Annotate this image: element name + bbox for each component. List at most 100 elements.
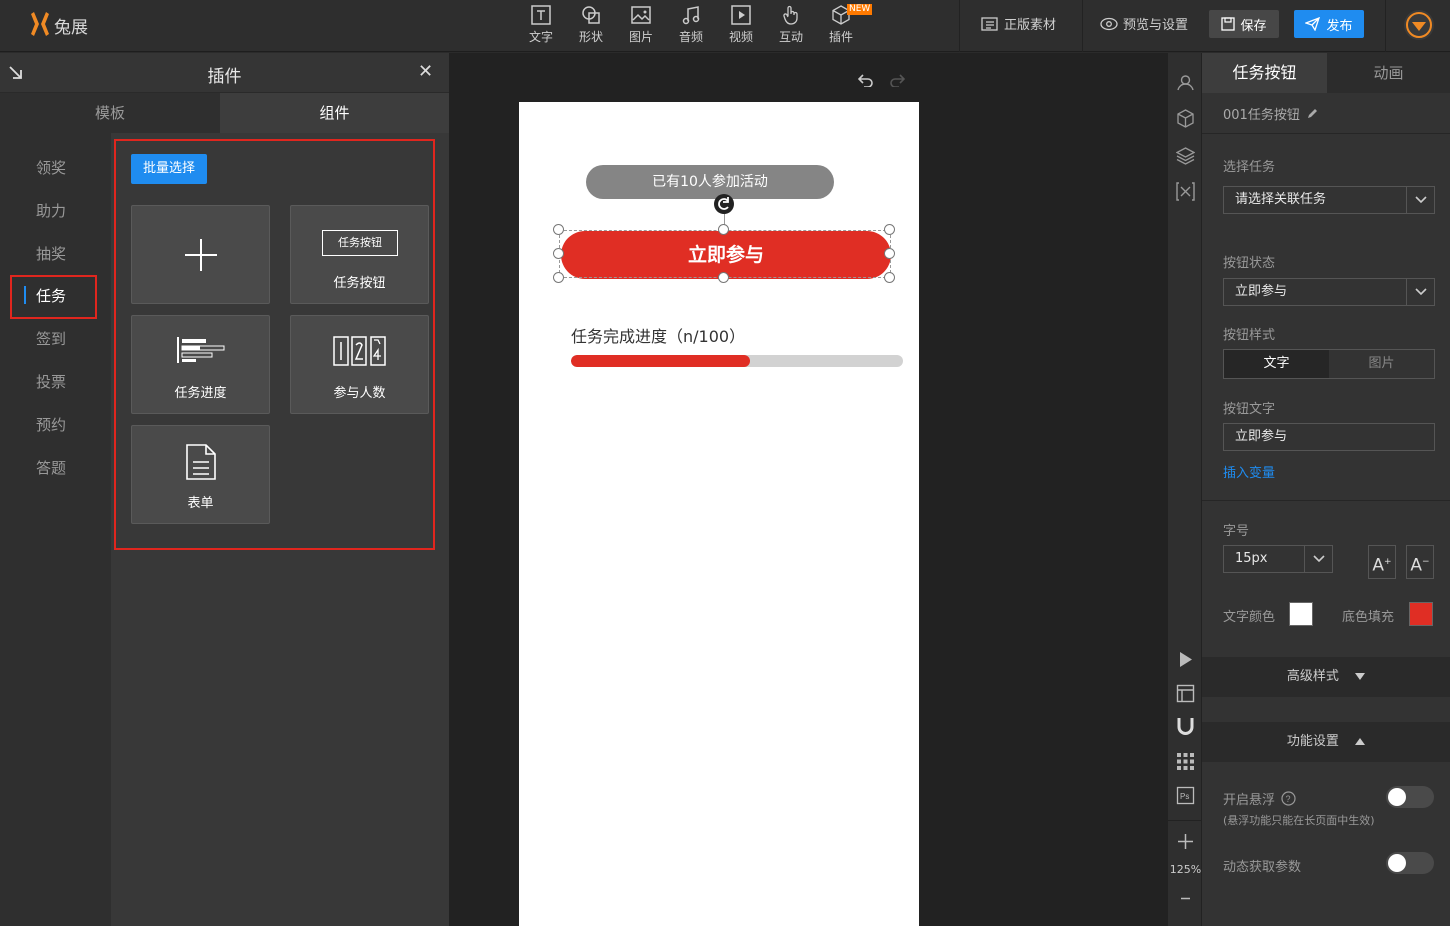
- toolbar-divider: [959, 0, 960, 52]
- select-task-dropdown[interactable]: 请选择关联任务: [1223, 186, 1435, 214]
- tool-label: 音频: [678, 30, 703, 44]
- resize-handle[interactable]: [553, 248, 564, 259]
- function-settings-label: 功能设置: [1286, 734, 1339, 749]
- tool-shape[interactable]: 形状: [571, 4, 611, 45]
- help-icon[interactable]: ?: [1281, 791, 1296, 806]
- tab-components[interactable]: 组件: [220, 93, 449, 133]
- tool-image[interactable]: 图片: [621, 4, 661, 45]
- component-card-task-button[interactable]: 任务按钮 任务按钮: [290, 205, 429, 304]
- tab-animation[interactable]: 动画: [1327, 53, 1450, 93]
- progress-icon: [177, 337, 225, 363]
- task-progress-label[interactable]: 任务完成进度（n/100）: [571, 323, 745, 347]
- insert-variable-link[interactable]: 插入变量: [1223, 462, 1275, 481]
- resize-handle[interactable]: [553, 224, 564, 235]
- user-avatar[interactable]: [1404, 10, 1434, 40]
- music-icon: [682, 6, 700, 25]
- photoshop-import-icon[interactable]: Ps: [1176, 786, 1195, 805]
- component-card-task-progress[interactable]: 任务进度: [131, 315, 270, 414]
- selection-box: [559, 230, 891, 278]
- category-item-quiz[interactable]: 答题: [36, 457, 66, 478]
- rabbit-logo-icon: [31, 12, 49, 36]
- divider: [1202, 133, 1450, 134]
- font-size-dropdown[interactable]: 15px: [1223, 545, 1333, 573]
- undo-icon[interactable]: [858, 73, 874, 87]
- brand-name: 兔展: [54, 17, 88, 38]
- tool-interact[interactable]: 互动: [771, 4, 811, 45]
- frame-icon[interactable]: [1176, 684, 1195, 703]
- variable-icon[interactable]: [1176, 182, 1195, 201]
- category-item-vote[interactable]: 投票: [36, 371, 66, 392]
- element-name-row[interactable]: 001任务按钮: [1223, 104, 1318, 123]
- tool-audio[interactable]: 音频: [671, 4, 711, 45]
- zoom-out-icon[interactable]: [1176, 889, 1195, 908]
- font-decrease-button[interactable]: A−: [1406, 545, 1434, 579]
- tool-label: 文字: [528, 30, 553, 44]
- category-item-lottery[interactable]: 抽奖: [36, 243, 66, 264]
- task-progress-bar[interactable]: [571, 355, 903, 367]
- redo-icon[interactable]: [889, 73, 905, 87]
- toolbar-divider: [1082, 0, 1083, 52]
- layers-icon[interactable]: [1176, 146, 1195, 165]
- resize-handle[interactable]: [553, 272, 564, 283]
- select-task-value: 请选择关联任务: [1235, 192, 1327, 207]
- fill-color-swatch[interactable]: [1409, 602, 1433, 626]
- participant-count-pill[interactable]: 已有10人参加活动: [586, 165, 834, 199]
- batch-select-button[interactable]: 批量选择: [131, 154, 207, 184]
- category-item-claim[interactable]: 领奖: [36, 157, 66, 178]
- magnet-icon[interactable]: [1176, 717, 1195, 736]
- close-icon[interactable]: ✕: [418, 61, 433, 82]
- tab-templates[interactable]: 模板: [0, 93, 220, 133]
- category-item-checkin[interactable]: 签到: [36, 328, 66, 349]
- component-card-add[interactable]: [131, 205, 270, 304]
- cube-icon[interactable]: [1176, 109, 1195, 128]
- category-item-assist[interactable]: 助力: [36, 200, 66, 221]
- function-settings-toggle[interactable]: 功能设置: [1202, 722, 1450, 762]
- float-label: 开启悬浮: [1223, 793, 1276, 808]
- tool-plugin[interactable]: 插件 NEW: [821, 4, 873, 45]
- tool-label: 互动: [778, 30, 803, 44]
- advanced-style-toggle[interactable]: 高级样式: [1202, 657, 1450, 697]
- dynamic-param-toggle[interactable]: [1386, 852, 1434, 874]
- category-item-booking[interactable]: 预约: [36, 414, 66, 435]
- resize-handle[interactable]: [718, 224, 729, 235]
- users-icon[interactable]: [1176, 73, 1195, 92]
- select-task-label: 选择任务: [1223, 160, 1276, 175]
- resize-handle[interactable]: [884, 248, 895, 259]
- tool-label: 形状: [578, 30, 603, 44]
- style-option-image[interactable]: 图片: [1329, 350, 1434, 378]
- zoom-in-icon[interactable]: [1176, 832, 1195, 851]
- resize-handle[interactable]: [884, 224, 895, 235]
- component-card-participant-count[interactable]: 参与人数: [290, 315, 429, 414]
- category-item-task[interactable]: 任务: [36, 285, 66, 306]
- toggle-knob: [1388, 854, 1406, 872]
- publish-label: 发布: [1326, 18, 1353, 34]
- assets-link[interactable]: 正版素材: [981, 14, 1056, 33]
- plugin-panel-header: 插件 ✕: [0, 53, 449, 93]
- font-increase-button[interactable]: A+: [1368, 545, 1396, 579]
- edit-pencil-icon[interactable]: [1307, 108, 1318, 119]
- play-icon[interactable]: [1176, 650, 1195, 669]
- button-text-value: 立即参与: [1235, 429, 1288, 444]
- style-option-text[interactable]: 文字: [1224, 350, 1329, 378]
- resize-handle[interactable]: [718, 272, 729, 283]
- grid-icon[interactable]: [1176, 752, 1195, 771]
- text-color-swatch[interactable]: [1289, 602, 1313, 626]
- caret-up-icon: [1355, 738, 1366, 745]
- publish-button[interactable]: 发布: [1294, 10, 1364, 38]
- new-badge: NEW: [847, 4, 873, 15]
- resize-handle[interactable]: [884, 272, 895, 283]
- text-icon: [531, 5, 551, 25]
- preview-settings-link[interactable]: 预览与设置: [1100, 14, 1188, 33]
- brand-logo[interactable]: 兔展: [28, 10, 88, 40]
- button-state-dropdown[interactable]: 立即参与: [1223, 278, 1435, 306]
- tab-task-button[interactable]: 任务按钮: [1202, 53, 1327, 93]
- component-card-form[interactable]: 表单: [131, 425, 270, 524]
- float-toggle[interactable]: [1386, 786, 1434, 808]
- button-text-input[interactable]: 立即参与: [1223, 423, 1435, 451]
- tool-video[interactable]: 视频: [721, 4, 761, 45]
- rotate-handle[interactable]: [714, 194, 734, 214]
- image-icon: [631, 6, 651, 24]
- save-button[interactable]: 保存: [1209, 10, 1279, 38]
- chevron-down-icon: [1406, 279, 1434, 305]
- tool-text[interactable]: 文字: [521, 4, 561, 45]
